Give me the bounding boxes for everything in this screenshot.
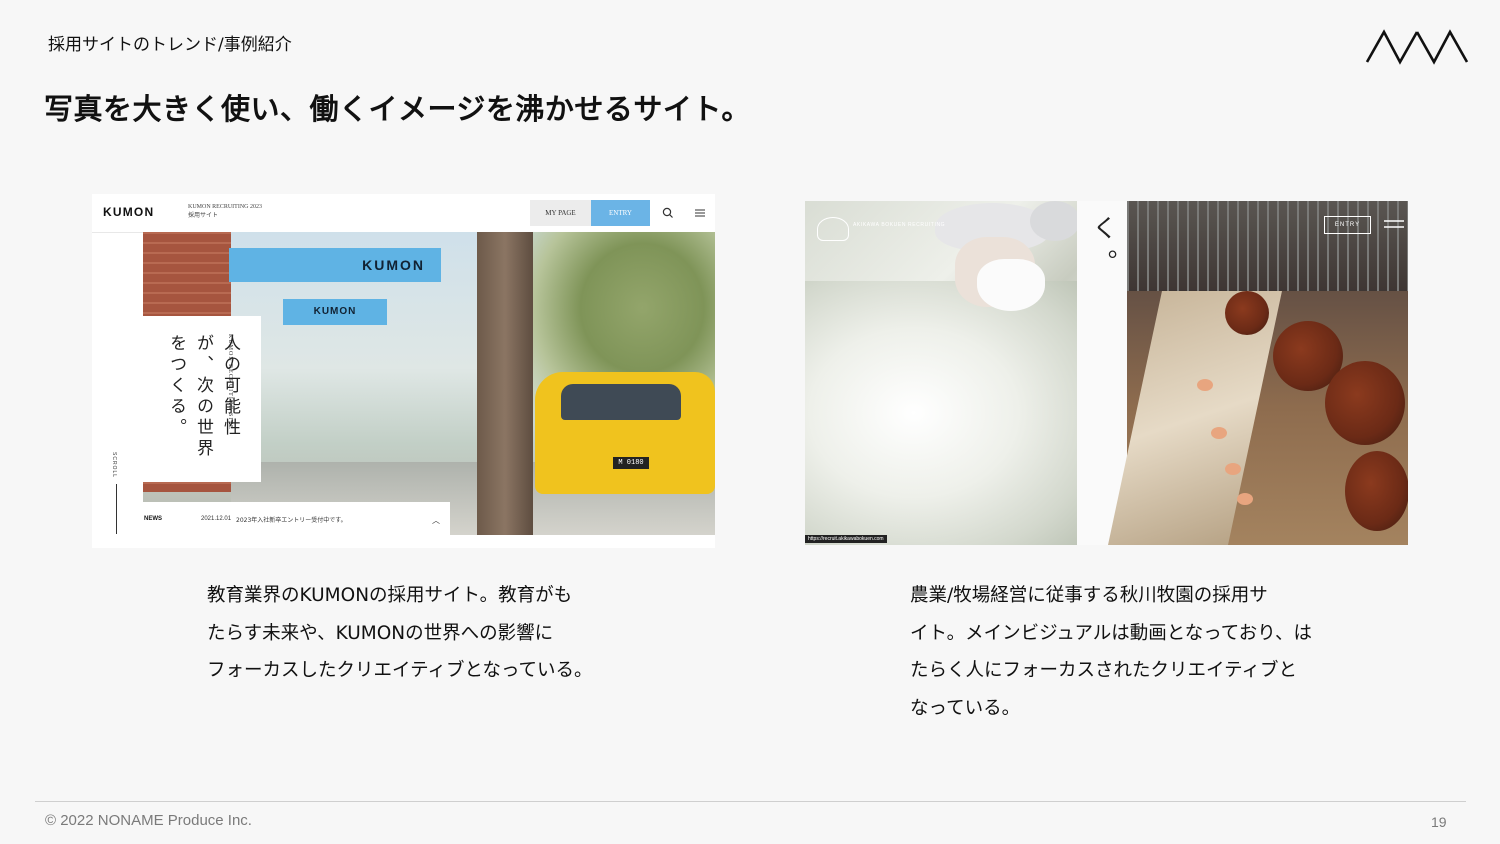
- kumon-vertical-site-label: KUMON RECRUITING SITE: [227, 334, 233, 430]
- egg: [1197, 379, 1213, 391]
- description-line: フォーカスしたクリエイティブとなっている。: [207, 660, 593, 681]
- kumon-store-sign: KUMON: [229, 248, 441, 282]
- hen: [1225, 291, 1269, 335]
- brand-logo: [1365, 29, 1469, 65]
- description-line: イト。メインビジュアルは動画となっており、は: [910, 622, 1313, 644]
- page-number: 19: [1431, 814, 1447, 830]
- footer-divider: [35, 801, 1466, 802]
- egg: [1237, 493, 1253, 505]
- kumon-subtitle: KUMON RECRUITING 2023 採用サイト: [188, 203, 262, 221]
- kumon-site-header: KUMON KUMON RECRUITING 2023 採用サイト MY PAG…: [92, 194, 715, 233]
- scroll-indicator-line: [116, 484, 117, 534]
- akikawa-description: 農業/牧場経営に従事する秋川牧園の採用サ イト。メインビジュアルは動画となってお…: [910, 577, 1330, 727]
- kumon-mypage-button: MY PAGE: [530, 200, 591, 226]
- face-mask: [977, 259, 1045, 311]
- kumon-small-sign: KUMON: [283, 299, 387, 325]
- worker-photo: [805, 201, 1080, 545]
- chevron-up-icon: ︿: [432, 516, 440, 525]
- akikawa-site-screenshot: まっすぐに、はたらく。 AKIKAWA BOKUEN RECRUITING EN…: [805, 201, 1408, 545]
- hen: [1325, 361, 1405, 445]
- protective-coat: [805, 281, 1077, 545]
- akikawa-entry-button: ENTRY: [1324, 216, 1371, 234]
- kumon-entry-button: ENTRY: [591, 200, 650, 226]
- cage-rows: [1127, 201, 1408, 291]
- farm-name: AKIKAWA BOKUEN RECRUITING: [853, 222, 946, 228]
- news-date: 2021.12.01: [201, 516, 232, 522]
- hairnet-cap-second: [1030, 201, 1080, 241]
- description-line: たらく人にフォーカスされたクリエイティブと: [910, 660, 1298, 681]
- kumon-logo: KUMON: [103, 205, 155, 219]
- news-text: 2023年入社新卒エントリー受付中です。: [236, 517, 347, 524]
- utility-pole: [477, 232, 533, 535]
- description-line: たらす未来や、KUMONの世界への影響に: [207, 622, 554, 644]
- site-url: https://recruit.akikawabokuen.com: [805, 535, 887, 543]
- section-label: 採用サイトのトレンド/事例紹介: [48, 35, 292, 55]
- news-label: NEWS: [144, 516, 162, 522]
- copyright: © 2022 NONAME Produce Inc.: [45, 812, 252, 829]
- hamburger-menu-icon: [1384, 220, 1404, 228]
- hen: [1345, 451, 1408, 531]
- kumon-subtitle-line2: 採用サイト: [188, 213, 219, 219]
- kumon-description: 教育業界のKUMONの採用サイト。教育がも たらす未来や、KUMONの世界への影…: [207, 577, 627, 690]
- search-icon: [662, 207, 673, 218]
- description-line: 教育業界のKUMONの採用サイト。教育がも: [207, 585, 573, 606]
- egg: [1211, 427, 1227, 439]
- description-line: なっている。: [910, 697, 1021, 719]
- farm-logo: [817, 217, 849, 241]
- description-line: 農業/牧場経営に従事する秋川牧園の採用サ: [910, 585, 1268, 606]
- license-plate: M 0180: [613, 457, 649, 469]
- page-headline: 写真を大きく使い、働くイメージを沸かせるサイト。: [44, 92, 751, 126]
- hamburger-menu-icon: [695, 209, 705, 217]
- scroll-indicator-label: SCROLL: [111, 452, 117, 479]
- egg: [1225, 463, 1241, 475]
- taxi-window: [561, 384, 681, 420]
- kumon-subtitle-line1: KUMON RECRUITING 2023: [188, 204, 262, 210]
- kumon-site-screenshot: KUMON KUMON RECRUITING 2023 採用サイト MY PAG…: [92, 194, 715, 548]
